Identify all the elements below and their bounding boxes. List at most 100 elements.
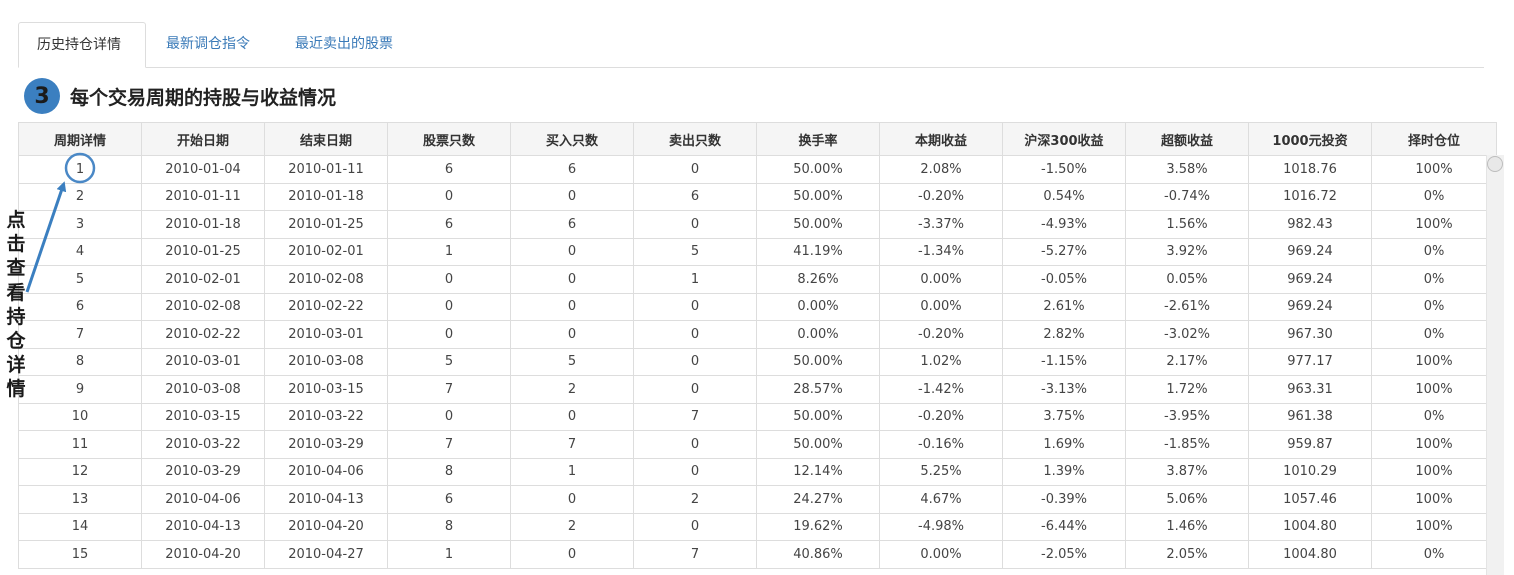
table-cell: 1 bbox=[387, 540, 511, 569]
column-header: 1000元投资 bbox=[1248, 122, 1372, 156]
table-cell: 2010-03-01 bbox=[141, 347, 265, 376]
table-cell: 2010-03-22 bbox=[264, 402, 388, 431]
table-cell: 969.24 bbox=[1248, 292, 1372, 321]
table-cell: 8 bbox=[387, 457, 511, 486]
table-cell: 0 bbox=[510, 265, 634, 294]
tab-latest-rebalance[interactable]: 最新调仓指令 bbox=[148, 22, 268, 66]
table-cell: -1.85% bbox=[1125, 430, 1249, 459]
table-cell: 0.00% bbox=[879, 540, 1003, 569]
section-heading: 3 每个交易周期的持股与收益情况 bbox=[24, 78, 336, 114]
period-link[interactable]: 7 bbox=[18, 320, 142, 349]
table-cell: 2010-02-08 bbox=[264, 265, 388, 294]
holdings-table: 周期详情 开始日期 结束日期 股票只数 买入只数 卖出只数 换手率 本期收益 沪深300收益 超额… bbox=[18, 122, 1497, 569]
table-cell: 0.00% bbox=[879, 292, 1003, 321]
tab-bar: 历史持仓详情 最新调仓指令 最近卖出的股票 bbox=[18, 22, 1484, 68]
table-cell: 19.62% bbox=[756, 512, 880, 541]
column-header: 周期详情 bbox=[18, 122, 142, 156]
period-link[interactable]: 2 bbox=[18, 182, 142, 211]
period-link[interactable]: 12 bbox=[18, 457, 142, 486]
table-cell: 2010-04-13 bbox=[264, 485, 388, 514]
tab-recently-sold[interactable]: 最近卖出的股票 bbox=[277, 22, 411, 66]
table-cell: 4.67% bbox=[879, 485, 1003, 514]
table-cell: -0.16% bbox=[879, 430, 1003, 459]
period-link[interactable]: 4 bbox=[18, 237, 142, 266]
table-cell: 100% bbox=[1371, 155, 1497, 184]
table-row: 12 2010-03-29 2010-04-06 8 1 0 12.14% 5.25% 1.39… bbox=[18, 457, 1497, 486]
section-title: 每个交易周期的持股与收益情况 bbox=[70, 86, 337, 109]
period-link[interactable]: 6 bbox=[18, 292, 142, 321]
table-cell: 2.82% bbox=[1002, 320, 1126, 349]
table-cell: 0 bbox=[633, 375, 757, 404]
table-cell: 1010.29 bbox=[1248, 457, 1372, 486]
table-cell: 0 bbox=[633, 512, 757, 541]
period-link[interactable]: 11 bbox=[18, 430, 142, 459]
table-cell: 28.57% bbox=[756, 375, 880, 404]
table-row: 6 2010-02-08 2010-02-22 0 0 0 0.00% 0.00% 2.61% -… bbox=[18, 292, 1497, 321]
table-cell: 2010-02-22 bbox=[264, 292, 388, 321]
table-cell: 0.00% bbox=[756, 292, 880, 321]
table-cell: 7 bbox=[510, 430, 634, 459]
table-cell: 961.38 bbox=[1248, 402, 1372, 431]
table-cell: 2010-01-18 bbox=[264, 182, 388, 211]
table-cell: 2010-04-06 bbox=[141, 485, 265, 514]
column-header: 股票只数 bbox=[387, 122, 511, 156]
table-cell: 50.00% bbox=[756, 402, 880, 431]
table-cell: 2.05% bbox=[1125, 540, 1249, 569]
table-cell: -3.02% bbox=[1125, 320, 1249, 349]
table-cell: 2010-04-27 bbox=[264, 540, 388, 569]
column-header: 本期收益 bbox=[879, 122, 1003, 156]
table-cell: 100% bbox=[1371, 430, 1497, 459]
table-cell: 5 bbox=[510, 347, 634, 376]
tab-history-holdings[interactable]: 历史持仓详情 bbox=[18, 22, 146, 68]
table-row: 1 2010-01-04 2010-01-11 6 6 0 50.00% 2.08% -1.50… bbox=[18, 155, 1497, 184]
table-cell: 100% bbox=[1371, 210, 1497, 239]
period-link[interactable]: 13 bbox=[18, 485, 142, 514]
table-cell: 2010-04-13 bbox=[141, 512, 265, 541]
table-cell: 2010-04-20 bbox=[141, 540, 265, 569]
table-cell: 2 bbox=[510, 512, 634, 541]
table-cell: -3.37% bbox=[879, 210, 1003, 239]
column-header: 结束日期 bbox=[264, 122, 388, 156]
table-row: 2 2010-01-11 2010-01-18 0 0 6 50.00% -0.20% 0.54… bbox=[18, 182, 1497, 211]
table-cell: 0 bbox=[387, 402, 511, 431]
annotation-char: 击 bbox=[6, 233, 26, 256]
table-cell: 8.26% bbox=[756, 265, 880, 294]
table-cell: 1 bbox=[387, 237, 511, 266]
table-cell: 50.00% bbox=[756, 430, 880, 459]
table-cell: 969.24 bbox=[1248, 265, 1372, 294]
scrollbar-thumb[interactable] bbox=[1487, 156, 1503, 172]
period-link[interactable]: 8 bbox=[18, 347, 142, 376]
table-cell: 0 bbox=[633, 320, 757, 349]
period-link[interactable]: 15 bbox=[18, 540, 142, 569]
period-link[interactable]: 1 bbox=[18, 155, 142, 184]
table-row: 5 2010-02-01 2010-02-08 0 0 1 8.26% 0.00% -0.05%… bbox=[18, 265, 1497, 294]
table-cell: 969.24 bbox=[1248, 237, 1372, 266]
table-cell: 1004.80 bbox=[1248, 540, 1372, 569]
annotation-char: 持 bbox=[6, 305, 26, 328]
table-cell: -2.61% bbox=[1125, 292, 1249, 321]
period-link[interactable]: 3 bbox=[18, 210, 142, 239]
table-cell: 0% bbox=[1371, 540, 1497, 569]
table-cell: 2010-01-04 bbox=[141, 155, 265, 184]
vertical-scrollbar[interactable] bbox=[1486, 155, 1504, 575]
table-row: 9 2010-03-08 2010-03-15 7 2 0 28.57% -1.42% -3.1… bbox=[18, 375, 1497, 404]
table-row: 14 2010-04-13 2010-04-20 8 2 0 19.62% -4.98% -6.… bbox=[18, 512, 1497, 541]
table-cell: 2010-02-22 bbox=[141, 320, 265, 349]
table-cell: -0.20% bbox=[879, 320, 1003, 349]
period-link[interactable]: 10 bbox=[18, 402, 142, 431]
table-cell: 1 bbox=[510, 457, 634, 486]
period-link[interactable]: 5 bbox=[18, 265, 142, 294]
table-cell: 0 bbox=[510, 402, 634, 431]
table-row: 7 2010-02-22 2010-03-01 0 0 0 0.00% -0.20% 2.82%… bbox=[18, 320, 1497, 349]
annotation-char: 情 bbox=[6, 378, 26, 401]
period-link[interactable]: 14 bbox=[18, 512, 142, 541]
table-cell: 2010-04-06 bbox=[264, 457, 388, 486]
table-cell: 0 bbox=[633, 292, 757, 321]
table-cell: 2010-01-25 bbox=[264, 210, 388, 239]
period-link[interactable]: 9 bbox=[18, 375, 142, 404]
table-cell: 7 bbox=[387, 375, 511, 404]
table-cell: 3.92% bbox=[1125, 237, 1249, 266]
table-cell: -1.42% bbox=[879, 375, 1003, 404]
table-cell: 1.39% bbox=[1002, 457, 1126, 486]
table-cell: 24.27% bbox=[756, 485, 880, 514]
